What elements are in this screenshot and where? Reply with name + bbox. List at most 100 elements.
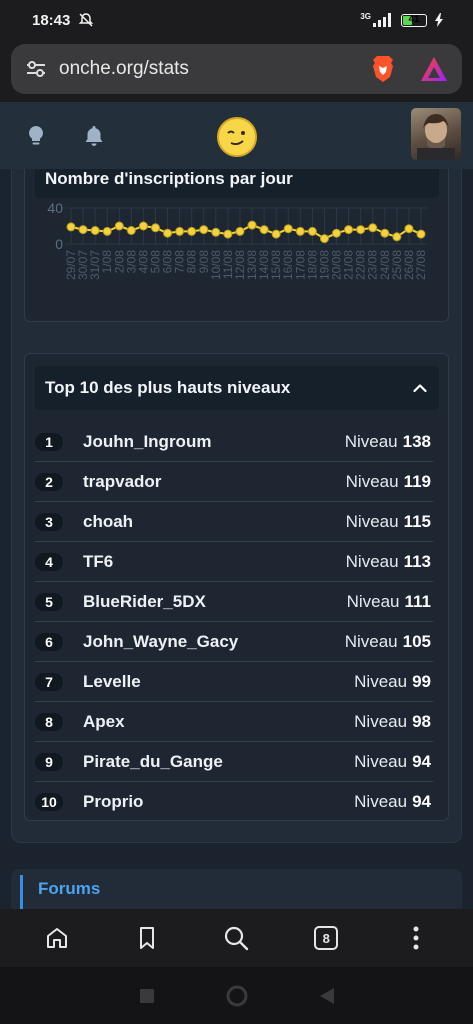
data-point <box>259 225 269 235</box>
forums-accent-bar <box>20 875 23 909</box>
forums-card[interactable]: Forums <box>11 869 462 909</box>
data-point <box>307 226 317 236</box>
leaderboard-row[interactable]: 10 Proprio Niveau 94 <box>35 782 433 822</box>
level-value: 119 <box>403 471 431 491</box>
clock: 18:43 <box>32 11 71 29</box>
username-link[interactable]: Apex <box>83 712 354 732</box>
home-button[interactable] <box>33 918 81 958</box>
data-point <box>235 226 245 236</box>
top-levels-header[interactable]: Top 10 des plus hauts niveaux <box>35 366 439 410</box>
leaderboard-row[interactable]: 7 Levelle Niveau 99 <box>35 662 433 702</box>
username-link[interactable]: BlueRider_5DX <box>83 592 347 612</box>
search-button[interactable] <box>212 918 260 958</box>
data-point <box>66 222 76 232</box>
data-point <box>138 221 148 231</box>
chevron-up-icon[interactable] <box>413 383 427 393</box>
level-label: Niveau <box>354 751 408 771</box>
status-bar: 18:43 3G 41 <box>0 0 473 40</box>
data-point <box>175 226 185 236</box>
leaderboard-row[interactable]: 2 trapvador Niveau 119 <box>35 462 433 502</box>
data-point <box>392 232 402 242</box>
data-point <box>380 228 390 238</box>
data-point <box>211 227 221 237</box>
username-link[interactable]: Levelle <box>83 672 354 692</box>
leaderboard-row[interactable]: 5 BlueRider_5DX Niveau 111 <box>35 582 433 622</box>
level-value: 111 <box>404 591 432 611</box>
menu-button[interactable] <box>392 918 440 958</box>
data-point <box>163 228 173 238</box>
leaderboard-row[interactable]: 6 John_Wayne_Gacy Niveau 105 <box>35 622 433 662</box>
level-label: Niveau <box>345 551 399 571</box>
data-point <box>283 224 293 234</box>
rank-badge: 1 <box>35 432 63 451</box>
address-bar[interactable]: onche.org/stats <box>11 44 462 94</box>
data-point <box>199 225 209 235</box>
tabs-button[interactable]: 8 <box>302 918 350 958</box>
data-point <box>150 223 160 233</box>
data-point <box>271 229 281 239</box>
data-point <box>90 226 100 235</box>
leaderboard-row[interactable]: 8 Apex Niveau 98 <box>35 702 433 742</box>
mute-icon <box>79 13 94 27</box>
signal-icon <box>373 13 391 27</box>
data-point <box>114 221 124 231</box>
tabs-icon: 8 <box>314 926 339 950</box>
rank-badge: 7 <box>35 672 63 691</box>
url-text[interactable]: onche.org/stats <box>59 58 370 80</box>
brave-rewards-icon[interactable] <box>420 56 448 82</box>
data-point <box>368 223 378 233</box>
data-point <box>223 229 233 239</box>
y-tick-label: 0 <box>55 236 63 252</box>
back-icon[interactable] <box>319 987 334 1004</box>
username-link[interactable]: John_Wayne_Gacy <box>83 632 345 652</box>
site-header <box>0 102 473 169</box>
top-levels-list: 1 Jouhn_Ingroum Niveau 138 2 trapvador Niveau 1… <box>35 422 433 822</box>
username-link[interactable]: choah <box>83 512 346 532</box>
rank-badge: 6 <box>35 632 63 651</box>
username-link[interactable]: Pirate_du_Gange <box>83 752 354 772</box>
level-value: 138 <box>402 431 431 451</box>
top-levels-card: Top 10 des plus hauts niveaux 1 Jouhn_Ing… <box>24 353 449 821</box>
system-navigation <box>0 967 473 1024</box>
smiley-logo-icon[interactable] <box>217 117 257 157</box>
site-settings-icon[interactable] <box>25 59 47 79</box>
search-icon <box>225 926 249 951</box>
leaderboard-row[interactable]: 9 Pirate_du_Gange Niveau 94 <box>35 742 433 782</box>
top-levels-title: Top 10 des plus hauts niveaux <box>45 378 291 397</box>
registrations-chart: 40029/0730/0731/071/082/083/084/085/086/… <box>47 200 428 280</box>
rank-badge: 5 <box>35 592 63 611</box>
leaderboard-row[interactable]: 4 TF6 Niveau 113 <box>35 542 433 582</box>
level-value: 99 <box>412 671 431 691</box>
leaderboard-row[interactable]: 3 choah Niveau 115 <box>35 502 433 542</box>
level-label: Niveau <box>354 671 408 691</box>
username-link[interactable]: Jouhn_Ingroum <box>83 432 345 452</box>
level-label: Niveau <box>344 431 398 451</box>
data-point <box>78 225 88 235</box>
rank-badge: 10 <box>35 793 63 811</box>
rank-badge: 2 <box>35 472 63 491</box>
data-point <box>344 225 354 235</box>
brave-shields-icon[interactable] <box>370 55 396 83</box>
lightbulb-icon[interactable] <box>24 124 48 148</box>
level-label: Niveau <box>354 792 408 811</box>
bookmark-button[interactable] <box>123 918 171 958</box>
home-circle-icon[interactable] <box>226 985 248 1007</box>
chart-title: Nombre d'inscriptions par jour <box>35 169 439 198</box>
user-avatar[interactable] <box>411 108 461 160</box>
recent-apps-icon[interactable] <box>139 988 154 1003</box>
leaderboard-row[interactable]: 1 Jouhn_Ingroum Niveau 138 <box>35 422 433 462</box>
username-link[interactable]: TF6 <box>83 552 346 572</box>
network-label: 3G <box>360 11 371 21</box>
data-point <box>187 226 197 236</box>
username-link[interactable]: trapvador <box>83 472 346 492</box>
forums-link[interactable]: Forums <box>38 879 100 899</box>
registrations-chart-card: Nombre d'inscriptions par jour 40 0 29/07 3… <box>24 169 449 322</box>
level-label: Niveau <box>345 471 399 491</box>
username-link[interactable]: Proprio <box>83 792 354 812</box>
level-value: 94 <box>412 792 431 811</box>
bell-icon[interactable] <box>82 124 106 148</box>
data-point <box>295 226 305 236</box>
level-value: 115 <box>403 511 431 531</box>
level-label: Niveau <box>345 511 399 531</box>
level-value: 105 <box>402 631 431 651</box>
